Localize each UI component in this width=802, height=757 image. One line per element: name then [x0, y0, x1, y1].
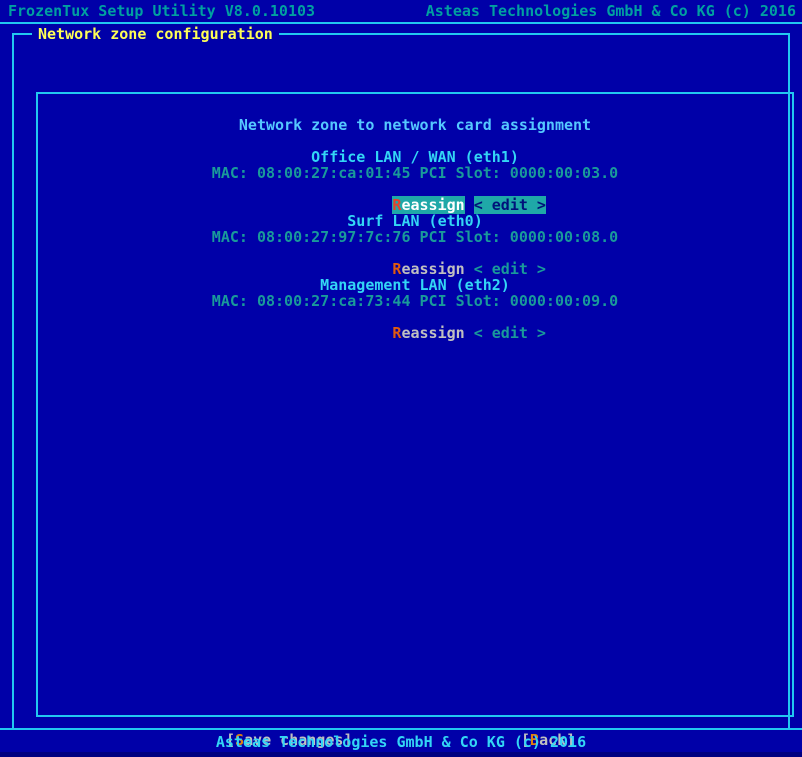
zone-entry-surf-lan: Surf LAN (eth0) MAC: 08:00:27:97:7c:76 P… — [38, 212, 792, 277]
zone-title: Management LAN (eth2) — [320, 276, 510, 294]
app-title: FrozenTux Setup Utility V8.0.10103 — [8, 2, 316, 20]
zone-actions: Reassign < edit > — [38, 245, 792, 277]
vendor-title: Asteas Technologies GmbH & Co KG (c) 201… — [425, 2, 796, 20]
header-bar: FrozenTux Setup Utility V8.0.10103 Astea… — [0, 0, 802, 22]
zone-adapter-info: MAC: 08:00:27:ca:01:45 PCI Slot: 0000:00… — [211, 164, 619, 182]
zone-list: Office LAN / WAN (eth1) MAC: 08:00:27:ca… — [38, 149, 792, 341]
zone-entry-management-lan: Management LAN (eth2) MAC: 08:00:27:ca:7… — [38, 276, 792, 341]
zone-adapter-info: MAC: 08:00:27:ca:73:44 PCI Slot: 0000:00… — [211, 292, 619, 310]
zone-assignment-panel: Network zone to network card assignment … — [36, 92, 794, 717]
action-gap — [465, 324, 474, 342]
zone-title: Surf LAN (eth0) — [347, 212, 483, 230]
zone-title: Office LAN / WAN (eth1) — [311, 148, 519, 166]
edit-button[interactable]: < edit > — [473, 196, 546, 214]
footer-divider — [0, 728, 802, 730]
zone-adapter-info: MAC: 08:00:27:97:7c:76 PCI Slot: 0000:00… — [211, 228, 619, 246]
setup-utility-screen: FrozenTux Setup Utility V8.0.10103 Astea… — [0, 0, 802, 752]
group-title: Network zone configuration — [32, 24, 279, 44]
reassign-button[interactable]: Reassign — [392, 324, 464, 342]
zone-entry-office-lan-wan: Office LAN / WAN (eth1) MAC: 08:00:27:ca… — [38, 148, 792, 214]
zone-actions: Reassign < edit > — [38, 309, 792, 341]
zone-actions: Reassign < edit > — [38, 181, 792, 214]
footer-copyright: Asteas Technologies GmbH & Co KG (c) 201… — [215, 733, 587, 751]
reassign-label: eassign — [401, 324, 465, 342]
edit-button[interactable]: < edit > — [474, 324, 546, 342]
network-zone-configuration-group: Network zone configuration Network zone … — [12, 24, 794, 749]
panel-heading: Network zone to network card assignment — [238, 116, 592, 134]
